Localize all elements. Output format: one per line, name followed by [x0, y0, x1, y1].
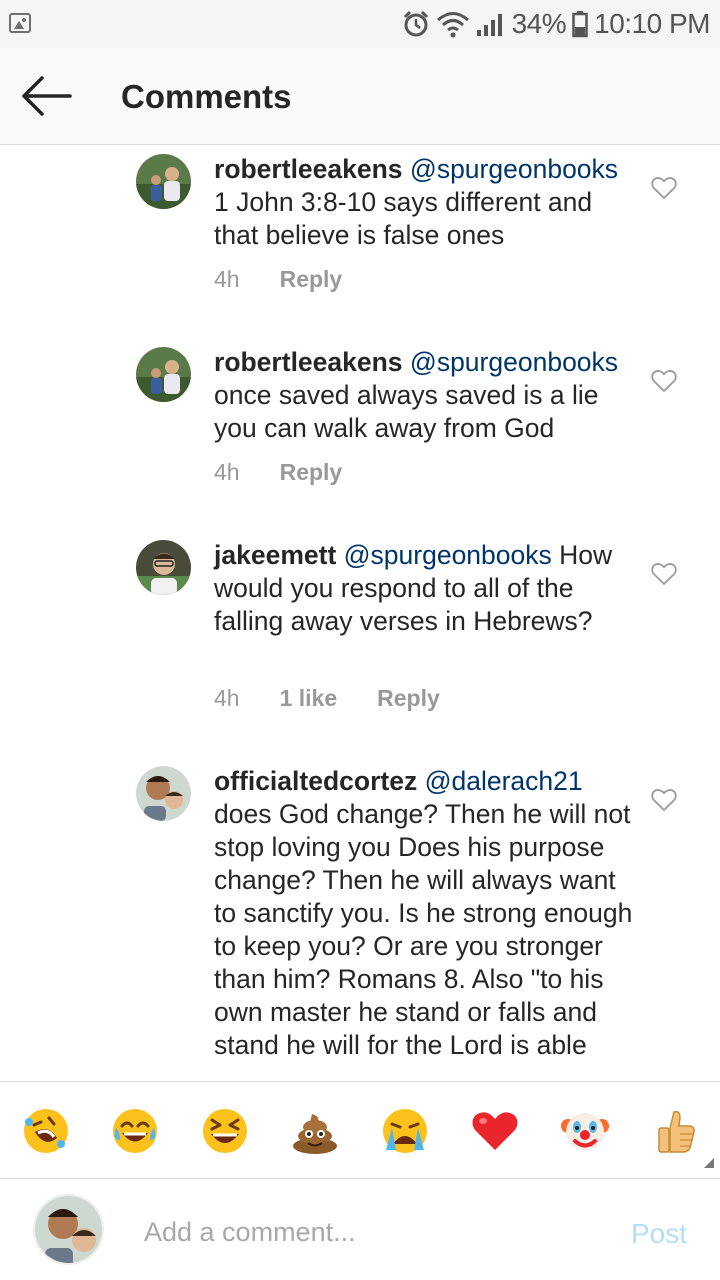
like-button[interactable] [651, 176, 677, 200]
arrow-left-icon [22, 76, 72, 116]
crying-emoji[interactable] [380, 1106, 430, 1156]
comment-mention[interactable]: @spurgeonbooks [410, 347, 618, 377]
thumbs-up-emoji[interactable] [650, 1106, 700, 1156]
status-icons: 34% 10:10 PM [402, 6, 710, 42]
comment-username[interactable]: robertleeakens [214, 347, 403, 377]
like-button[interactable] [651, 788, 677, 812]
battery-percent: 34% [511, 8, 567, 39]
avatar[interactable] [136, 347, 191, 402]
resize-corner-icon [704, 1158, 714, 1168]
avatar[interactable] [136, 154, 191, 209]
comment-meta: 4h Reply [214, 264, 342, 294]
heart-icon [651, 177, 677, 199]
post-button[interactable]: Post [631, 1218, 687, 1250]
emoji-bar [0, 1081, 720, 1179]
signal-icon [476, 14, 502, 36]
wifi-icon [436, 12, 469, 38]
comment-time: 4h [214, 265, 240, 292]
status-bar: 34% 10:10 PM [0, 0, 720, 48]
clock: 10:10 PM [594, 8, 710, 39]
comment-body: 1 John 3:8-10 says different and that be… [214, 187, 593, 250]
comment-composer: Post [0, 1180, 720, 1280]
battery-icon [572, 11, 588, 38]
comment-time: 4h [214, 684, 240, 711]
comment-input[interactable] [130, 1210, 600, 1254]
comment-time: 4h [214, 458, 240, 485]
joy-emoji[interactable] [110, 1106, 160, 1156]
reply-button[interactable]: Reply [377, 685, 440, 712]
clown-emoji[interactable] [560, 1106, 610, 1156]
heart-icon [651, 563, 677, 585]
back-button[interactable] [18, 73, 76, 119]
rofl-emoji[interactable] [21, 1106, 71, 1156]
laughing-emoji[interactable] [200, 1106, 250, 1156]
poop-emoji[interactable] [290, 1106, 340, 1156]
current-user-avatar [33, 1194, 104, 1265]
comment-body: once saved always saved is a lie you can… [214, 380, 599, 443]
comment-username[interactable]: officialtedcortez [214, 766, 417, 796]
comment-mention[interactable]: @spurgeonbooks [410, 154, 618, 184]
comment-meta: 4h 1 like Reply [214, 683, 440, 713]
comment-mention[interactable]: @dalerach21 [425, 766, 583, 796]
avatar[interactable] [136, 540, 191, 595]
page-title: Comments [121, 78, 292, 115]
comment-body: does God change? Then he will not stop l… [214, 799, 633, 1060]
heart-icon [651, 789, 677, 811]
comment-meta: 4h Reply [214, 457, 342, 487]
comment-likes[interactable]: 1 like [280, 685, 338, 712]
comment-text: robertleeakens @spurgeonbooks once saved… [214, 346, 634, 445]
comment-username[interactable]: robertleeakens [214, 154, 403, 184]
comment-mention[interactable]: @spurgeonbooks [344, 540, 552, 570]
alarm-icon [403, 10, 428, 37]
comment-text: jakeemett @spurgeonbooks How would you r… [214, 539, 634, 638]
comment-text: officialtedcortez @dalerach21 does God c… [214, 765, 634, 1062]
comment-text: robertleeakens @spurgeonbooks 1 John 3:8… [214, 153, 634, 252]
image-notification-icon [9, 13, 31, 33]
comment-username[interactable]: jakeemett [214, 540, 336, 570]
comments-list[interactable]: robertleeakens @spurgeonbooks 1 John 3:8… [0, 146, 720, 1081]
reply-button[interactable]: Reply [280, 459, 343, 486]
reply-button[interactable]: Reply [280, 266, 343, 293]
red-heart-emoji[interactable] [470, 1106, 520, 1156]
heart-icon [651, 370, 677, 392]
header: Comments [0, 48, 720, 145]
like-button[interactable] [651, 369, 677, 393]
avatar[interactable] [136, 766, 191, 821]
like-button[interactable] [651, 562, 677, 586]
